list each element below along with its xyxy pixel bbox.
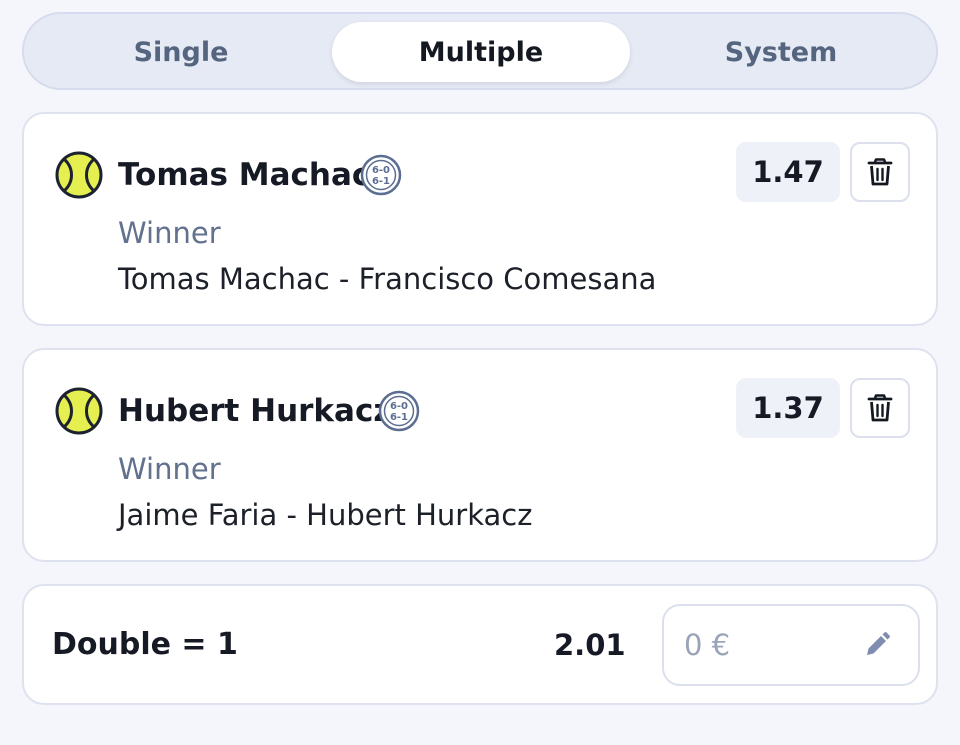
total-odds: 2.01	[554, 628, 626, 662]
trash-icon	[867, 158, 893, 186]
odds-value[interactable]: 1.37	[736, 378, 840, 438]
bet-card: Hubert Hurkacz 6-0 6-1 Winner Jaime Fari…	[22, 348, 938, 562]
score-top: 6-0	[372, 165, 390, 176]
live-score-icon: 6-0 6-1	[360, 154, 402, 196]
remove-bet-button[interactable]	[850, 142, 910, 202]
tab-single[interactable]: Single	[32, 22, 330, 82]
trash-icon	[867, 394, 893, 422]
event-name: Tomas Machac - Francisco Comesana	[118, 262, 657, 296]
player-name: Hubert Hurkacz	[118, 393, 392, 429]
score-bottom: 6-1	[372, 176, 390, 187]
pencil-icon[interactable]	[862, 630, 892, 660]
market-label: Winner	[118, 216, 221, 250]
tennis-ball-icon	[55, 387, 103, 435]
live-score-icon: 6-0 6-1	[378, 390, 420, 432]
score-bottom: 6-1	[390, 412, 408, 423]
score-top: 6-0	[390, 401, 408, 412]
player-name: Tomas Machac	[118, 157, 371, 193]
remove-bet-button[interactable]	[850, 378, 910, 438]
bet-type-tabs: Single Multiple System	[22, 12, 938, 90]
stake-input[interactable]: 0 €	[662, 604, 920, 686]
odds-value[interactable]: 1.47	[736, 142, 840, 202]
event-name: Jaime Faria - Hubert Hurkacz	[118, 498, 533, 532]
stake-value: 0 €	[684, 628, 731, 662]
tab-multiple[interactable]: Multiple	[332, 22, 630, 82]
tennis-ball-icon	[55, 151, 103, 199]
bet-card: Tomas Machac 6-0 6-1 Winner Tomas Machac…	[22, 112, 938, 326]
bet-slip: Single Multiple System Tomas Machac 6-0 …	[0, 0, 960, 745]
combination-label: Double = 1	[52, 627, 238, 662]
market-label: Winner	[118, 452, 221, 486]
stake-card: Double = 1 2.01 0 €	[22, 584, 938, 705]
tab-system[interactable]: System	[632, 22, 930, 82]
